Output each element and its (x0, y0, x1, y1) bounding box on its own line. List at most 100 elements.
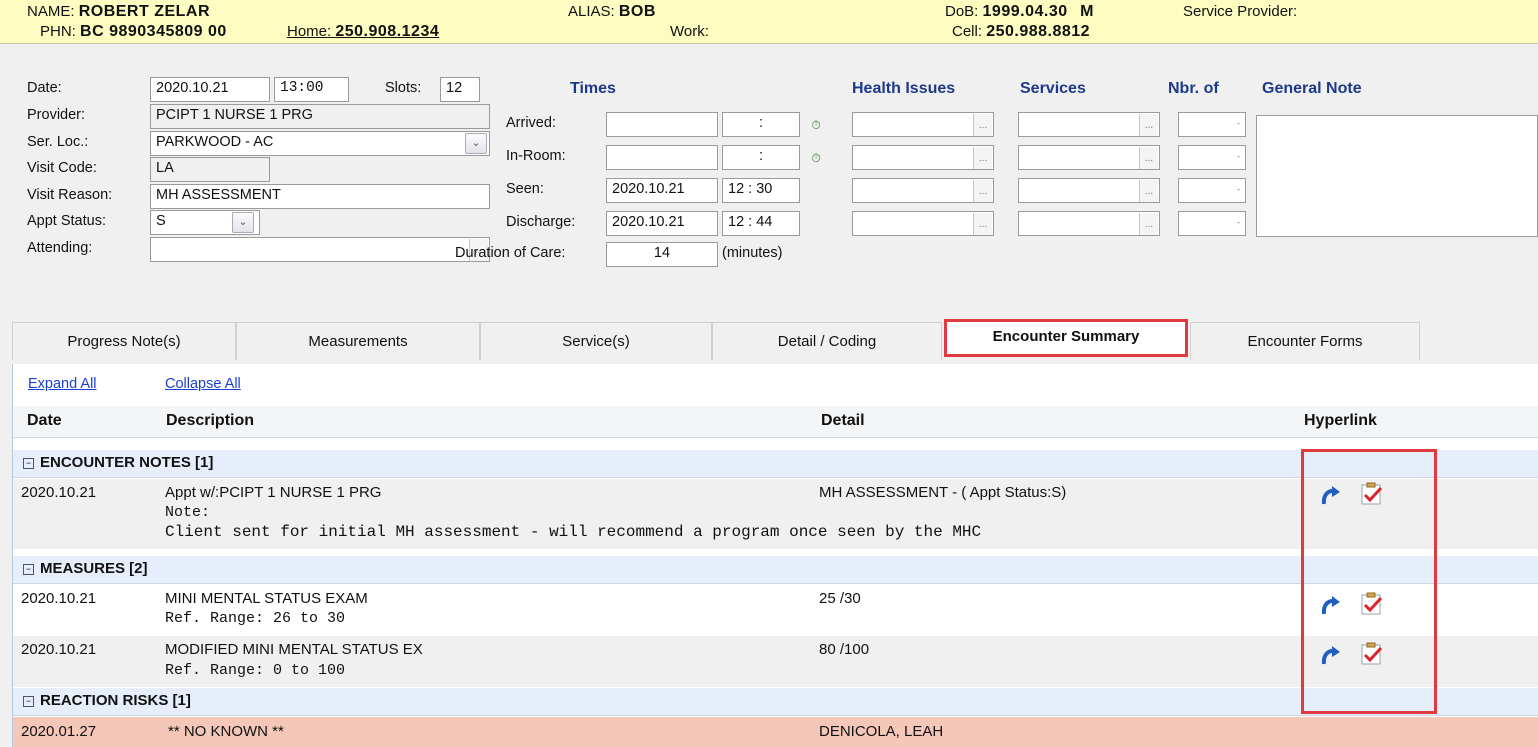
work-label: Work: (670, 23, 709, 40)
column-description[interactable]: Description (166, 412, 254, 430)
duration-unit: (minutes) (722, 245, 783, 261)
open-form-icon[interactable] (1359, 591, 1385, 621)
service-lookup-button-3[interactable]: ... (1139, 180, 1158, 202)
row-date: 2020.01.27 (21, 723, 97, 740)
spinner-icon[interactable]: - (1234, 147, 1243, 167)
row-description: Appt w/:PCIPT 1 NURSE 1 PRG (165, 484, 382, 501)
group-measures[interactable]: − MEASURES [2] (13, 556, 1538, 584)
open-form-icon[interactable] (1359, 641, 1385, 671)
group-title: REACTION RISKS [1] (40, 692, 191, 709)
spinner-icon[interactable]: - (1234, 114, 1243, 134)
time-input[interactable]: 13:00 (274, 77, 349, 102)
encounter-summary-panel: Expand All Collapse All Date Description… (12, 364, 1538, 747)
appt-status-dropdown-button[interactable]: ⌄ (232, 212, 254, 233)
follow-link-icon[interactable] (1319, 595, 1343, 621)
cell-field: Cell: 250.988.8812 (952, 23, 1090, 41)
group-title: MEASURES [2] (40, 560, 148, 577)
name-field: NAME: ROBERT ZELAR (27, 3, 210, 21)
service-location-dropdown-button[interactable]: ⌄ (465, 133, 487, 154)
service-lookup-button-4[interactable]: ... (1139, 213, 1158, 235)
follow-link-icon[interactable] (1319, 645, 1343, 671)
set-time-icon[interactable]: ⏱ (808, 117, 824, 133)
row-note: Client sent for initial MH assessment - … (165, 523, 982, 541)
health-issue-lookup-button-1[interactable]: ... (973, 114, 992, 136)
home-label: Home: (287, 23, 332, 40)
arrived-time-input[interactable]: : (722, 112, 800, 137)
row-detail: DENICOLA, LEAH (819, 723, 944, 740)
arrived-label: Arrived: (506, 115, 556, 131)
follow-link-icon[interactable] (1319, 485, 1343, 511)
discharge-time-input[interactable]: 12 : 44 (722, 211, 800, 236)
health-issue-lookup-button-3[interactable]: ... (973, 180, 992, 202)
tab-progress-notes[interactable]: Progress Note(s) (12, 322, 236, 360)
row-date: 2020.10.21 (21, 641, 97, 658)
collapse-icon[interactable]: − (23, 458, 34, 469)
table-row[interactable]: 2020.01.27 ** NO KNOWN ** DENICOLA, LEAH (13, 717, 1538, 747)
tab-services[interactable]: Service(s) (480, 322, 712, 360)
spinner-icon[interactable]: - (1234, 213, 1243, 233)
expand-all-link[interactable]: Expand All (28, 376, 97, 392)
spinner-icon[interactable]: - (1234, 180, 1243, 200)
in-room-date-input[interactable] (606, 145, 718, 170)
provider-field: PCIPT 1 NURSE 1 PRG (150, 104, 490, 129)
tab-strip: Progress Note(s) Measurements Service(s)… (0, 319, 1538, 360)
health-issue-lookup-button-2[interactable]: ... (973, 147, 992, 169)
set-time-icon[interactable]: ⏱ (808, 150, 824, 166)
service-provider-label: Service Provider: (1183, 3, 1298, 20)
seen-time-input[interactable]: 12 : 30 (722, 178, 800, 203)
alias-field: ALIAS: BOB (568, 3, 656, 21)
visit-reason-input[interactable]: MH ASSESSMENT (150, 184, 490, 209)
collapse-icon[interactable]: − (23, 564, 34, 575)
home-phone-link[interactable]: Home: 250.908.1234 (287, 23, 439, 41)
service-location-label: Ser. Loc.: (27, 134, 89, 150)
column-hyperlink[interactable]: Hyperlink (1304, 412, 1377, 430)
group-label: − REACTION RISKS [1] (23, 692, 191, 709)
general-note-header: General Note (1262, 80, 1362, 97)
service-lookup-button-1[interactable]: ... (1139, 114, 1158, 136)
group-label: − ENCOUNTER NOTES [1] (23, 454, 213, 471)
tab-detail-coding[interactable]: Detail / Coding (712, 322, 942, 360)
general-note-textarea[interactable] (1256, 115, 1538, 237)
group-encounter-notes[interactable]: − ENCOUNTER NOTES [1] (13, 450, 1538, 478)
patient-alias: BOB (618, 3, 656, 20)
row-reference-range: Ref. Range: 0 to 100 (165, 662, 346, 679)
arrived-date-input[interactable] (606, 112, 718, 137)
table-row[interactable]: 2020.10.21 MINI MENTAL STATUS EXAM 25 /3… (13, 585, 1538, 635)
row-description: MODIFIED MINI MENTAL STATUS EX (165, 641, 423, 658)
date-input[interactable]: 2020.10.21 (150, 77, 270, 102)
tab-encounter-forms[interactable]: Encounter Forms (1190, 322, 1420, 360)
phn-label: PHN: (40, 23, 76, 40)
column-date[interactable]: Date (27, 412, 62, 430)
dob-label: DoB: (945, 3, 979, 20)
open-form-icon[interactable] (1359, 481, 1385, 511)
patient-dob: 1999.04.30 (982, 3, 1068, 20)
discharge-date-input[interactable]: 2020.10.21 (606, 211, 718, 236)
attending-input[interactable] (150, 237, 490, 262)
patient-phn: BC 9890345809 00 (80, 23, 227, 40)
table-row[interactable]: 2020.10.21 MODIFIED MINI MENTAL STATUS E… (13, 636, 1538, 687)
row-description: MINI MENTAL STATUS EXAM (165, 590, 368, 607)
duration-input[interactable]: 14 (606, 242, 718, 267)
group-reaction-risks[interactable]: − REACTION RISKS [1] (13, 688, 1538, 716)
date-label: Date: (27, 80, 62, 96)
in-room-time-input[interactable]: : (722, 145, 800, 170)
service-location-select[interactable]: PARKWOOD - AC (150, 131, 490, 156)
tab-encounter-summary[interactable]: Encounter Summary (944, 319, 1188, 357)
column-detail[interactable]: Detail (821, 412, 865, 430)
home-phone: 250.908.1234 (335, 23, 440, 40)
service-lookup-button-2[interactable]: ... (1139, 147, 1158, 169)
group-title: ENCOUNTER NOTES [1] (40, 454, 214, 471)
grid-header: Date Description Detail Hyperlink (13, 406, 1538, 438)
dob-field: DoB: 1999.04.30 M (945, 3, 1094, 21)
slots-input[interactable]: 12 (440, 77, 480, 102)
health-issue-lookup-button-4[interactable]: ... (973, 213, 992, 235)
table-row[interactable]: 2020.10.21 Appt w/:PCIPT 1 NURSE 1 PRG M… (13, 479, 1538, 549)
tab-measurements[interactable]: Measurements (236, 322, 480, 360)
health-issues-header: Health Issues (852, 80, 956, 97)
seen-label: Seen: (506, 181, 544, 197)
seen-date-input[interactable]: 2020.10.21 (606, 178, 718, 203)
collapse-icon[interactable]: − (23, 696, 34, 707)
collapse-all-link[interactable]: Collapse All (165, 376, 241, 392)
row-date: 2020.10.21 (21, 590, 97, 607)
name-label: NAME: (27, 3, 75, 20)
